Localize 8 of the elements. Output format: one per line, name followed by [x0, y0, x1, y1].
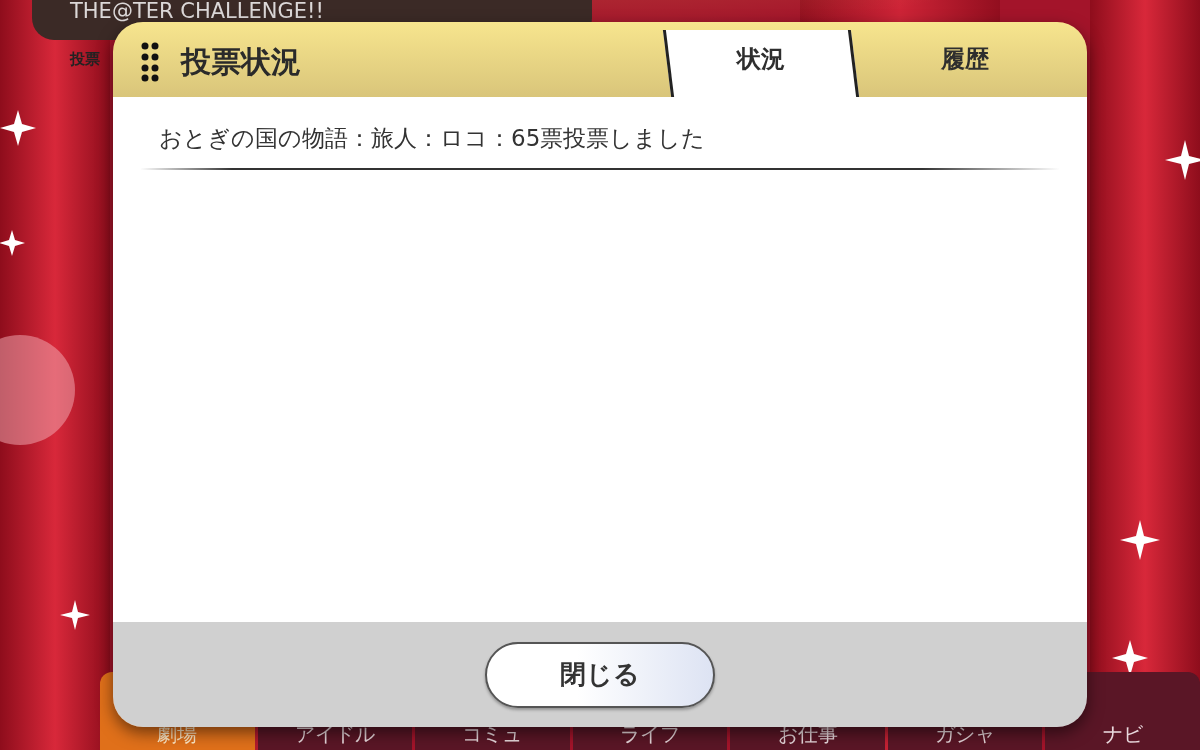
- vote-entry: おとぎの国の物語：旅人：ロコ：65票投票しました: [141, 97, 1059, 170]
- dialog-title: 投票状況: [181, 43, 301, 81]
- banner-subtitle: 投票: [70, 50, 100, 69]
- banner-title: THE@TER CHALLENGE!!: [70, 0, 324, 22]
- dialog-tab[interactable]: 履歴: [863, 30, 1067, 97]
- close-button[interactable]: 閉じる: [485, 641, 715, 708]
- grip-icon: [141, 42, 159, 82]
- dialog-tab[interactable]: 状況: [659, 30, 863, 97]
